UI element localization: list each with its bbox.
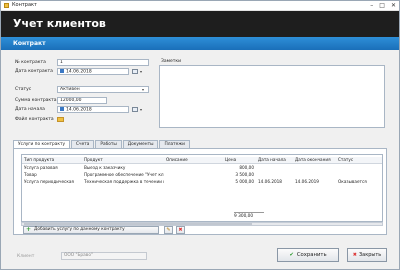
checkbox-icon[interactable] (60, 69, 64, 73)
table-cell: 5 000,00 (235, 179, 254, 184)
chevron-down-icon[interactable]: ▾ (142, 87, 144, 92)
column-header[interactable]: Дата окончания (295, 157, 335, 163)
calendar-icon[interactable] (132, 69, 138, 74)
table-cell: Услуга периодическая (24, 179, 74, 184)
window-title: Контракт (12, 2, 37, 8)
close-window-icon[interactable]: ✕ (391, 2, 396, 9)
table-total: 9 300,00 (234, 212, 264, 219)
close-button[interactable]: ✖ Закрыть (347, 248, 387, 262)
table-header-row: Тип продукта Продукт Описание Цена Дата … (22, 157, 382, 164)
checkbox-icon[interactable] (60, 107, 64, 111)
table-cell: 14.06.2019 (295, 179, 319, 184)
contract-window: Контракт – □ ✕ Учет клиентов Контракт № … (0, 0, 400, 270)
client-field: ООО "Браво" (61, 252, 147, 260)
app-icon (4, 3, 9, 8)
column-header[interactable]: Дата начала (258, 157, 292, 163)
client-label: Клиент (17, 254, 35, 259)
column-header[interactable]: Продукт (84, 157, 164, 163)
title-bar: Контракт – □ ✕ (1, 1, 399, 11)
plus-icon: + (26, 226, 32, 233)
table-cell: Оказывается (338, 179, 367, 184)
tab-invoices[interactable]: Счета (71, 140, 95, 148)
table-row[interactable]: Услуга разовая Выезд к заказчику 800,00 (22, 165, 382, 171)
folder-icon[interactable] (57, 117, 64, 122)
services-table: Тип продукта Продукт Описание Цена Дата … (21, 154, 383, 222)
section-header: Контракт (1, 37, 399, 50)
add-service-button[interactable]: + Добавить услугу по данному контракту (23, 226, 159, 234)
save-button[interactable]: ✔ Сохранить (277, 248, 339, 262)
contract-no-input[interactable]: 1 (57, 59, 149, 66)
chevron-down-icon[interactable]: ▾ (140, 107, 142, 112)
table-row[interactable]: Услуга периодическая Техническая поддерж… (22, 179, 382, 185)
tab-services[interactable]: Услуги по контракту (13, 140, 71, 148)
status-select[interactable]: Активен (57, 86, 149, 93)
window-controls: – □ ✕ (370, 2, 396, 9)
table-cell: 800,00 (239, 165, 254, 170)
close-icon: ✖ (352, 252, 357, 258)
column-header[interactable]: Статус (338, 157, 378, 163)
table-row[interactable]: Товар Программное обеспечение "Учет клие… (22, 172, 382, 178)
column-header[interactable]: Цена (225, 157, 255, 163)
delete-button[interactable]: ✖ (176, 226, 185, 234)
notes-textarea[interactable] (159, 65, 385, 128)
column-header[interactable]: Тип продукта (24, 157, 82, 163)
start-date-field[interactable]: 14.06.2018 (57, 106, 129, 113)
table-cell: Программное обеспечение "Учет клиентов" (84, 172, 164, 177)
scrollbar-thumb[interactable] (24, 223, 252, 225)
tab-documents[interactable]: Документы (122, 140, 159, 148)
maximize-icon[interactable]: □ (379, 2, 385, 9)
contract-date-label: Дата контракта (15, 69, 53, 74)
chevron-down-icon[interactable]: ▾ (140, 69, 142, 74)
notes-label: Заметки (161, 59, 182, 64)
section-title: Контракт (13, 40, 46, 47)
column-header[interactable]: Описание (166, 157, 206, 163)
edit-button[interactable]: ✎ (164, 226, 173, 234)
file-label: Файл контракта (15, 117, 54, 122)
table-cell: Товар (24, 172, 37, 177)
status-label: Статус (15, 87, 32, 92)
calendar-icon[interactable] (132, 107, 138, 112)
sum-label: Сумма контракта (15, 98, 57, 103)
contract-date-field[interactable]: 14.06.2018 (57, 68, 129, 75)
sum-input[interactable]: 12000,00 (57, 97, 107, 104)
contract-no-label: № контракта (15, 60, 46, 65)
table-cell: Выезд к заказчику (84, 165, 126, 170)
table-cell: Техническая поддержка в течении года (84, 179, 164, 184)
app-title: Учет клиентов (13, 17, 106, 30)
tab-payments[interactable]: Платежи (159, 140, 190, 148)
app-header: Учет клиентов (1, 11, 399, 37)
minimize-icon[interactable]: – (370, 2, 373, 9)
table-cell: Услуга разовая (24, 165, 58, 170)
table-cell: 14.06.2018 (258, 179, 282, 184)
start-date-label: Дата начала (15, 107, 45, 112)
tab-works[interactable]: Работы (95, 140, 122, 148)
table-cell: 3 500,00 (235, 172, 254, 177)
checkmark-icon: ✔ (289, 252, 294, 258)
tab-strip: Услуги по контракту Счета Работы Докумен… (13, 140, 191, 148)
